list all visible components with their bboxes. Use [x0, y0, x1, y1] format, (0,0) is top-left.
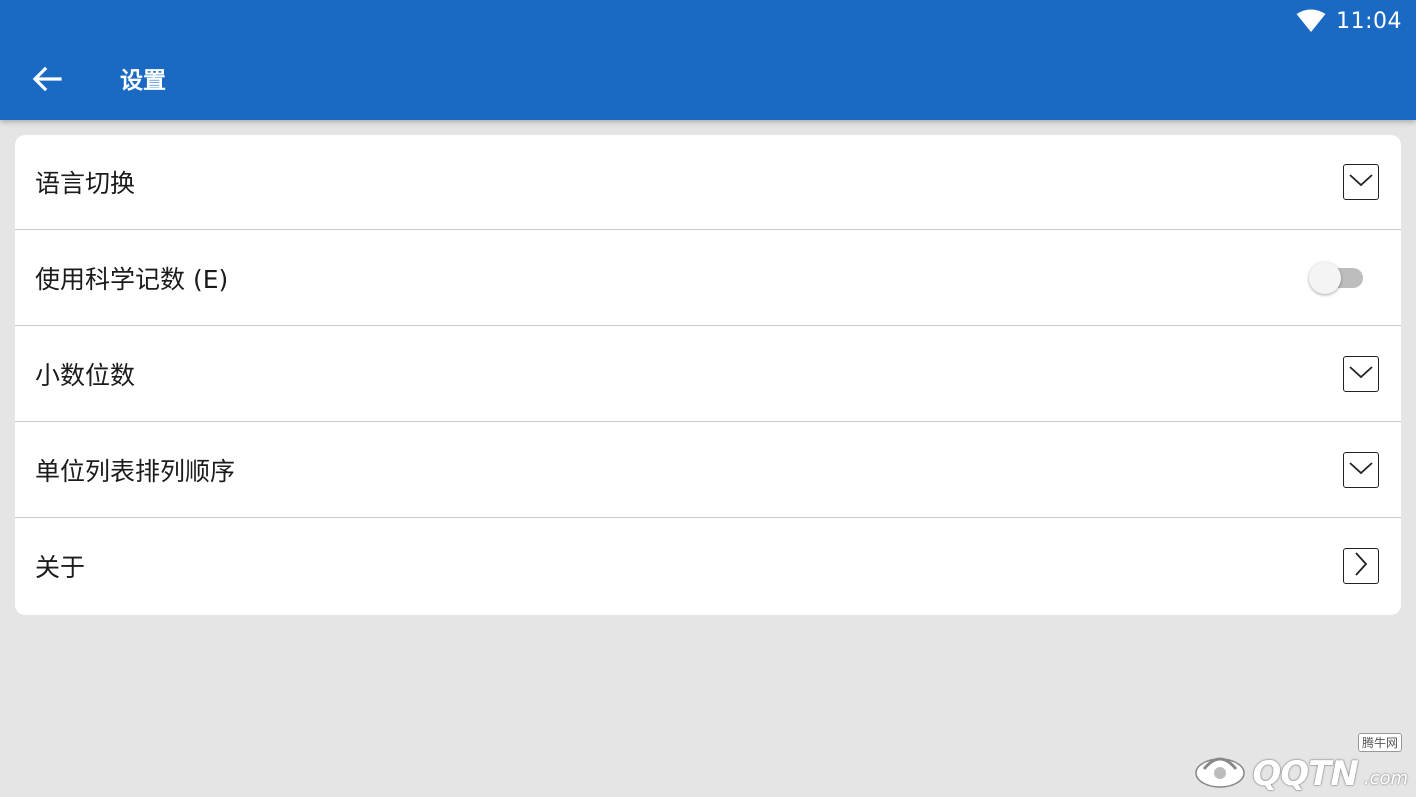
unit-order-dropdown-button[interactable]	[1343, 451, 1379, 488]
settings-card: 语言切换 使用科学记数 (E) 小数位数 单位列表排列顺序 关于	[15, 135, 1401, 615]
chevron-down-icon	[1348, 172, 1374, 192]
watermark-tag: 腾牛网	[1357, 733, 1402, 752]
wifi-icon	[1296, 9, 1326, 33]
watermark-brand: QQTN	[1252, 754, 1358, 794]
settings-row-unit-order[interactable]: 单位列表排列顺序	[15, 422, 1401, 518]
settings-row-decimals[interactable]: 小数位数	[15, 326, 1401, 422]
status-bar: 11:04	[1296, 6, 1402, 36]
scientific-toggle[interactable]	[1309, 259, 1365, 297]
language-label: 语言切换	[35, 169, 136, 198]
decimals-label: 小数位数	[35, 360, 136, 390]
chevron-down-icon	[1348, 364, 1374, 384]
about-open-button[interactable]	[1343, 548, 1379, 584]
decimals-dropdown-button[interactable]	[1343, 355, 1379, 392]
app-bar: 11:04 设置	[0, 0, 1416, 120]
page-title: 设置	[120, 68, 166, 94]
settings-row-about[interactable]: 关于	[15, 518, 1401, 614]
settings-row-language[interactable]: 语言切换	[15, 135, 1401, 230]
chevron-right-icon	[1353, 551, 1369, 581]
toggle-knob	[1309, 261, 1341, 294]
arrow-left-icon	[32, 66, 62, 96]
back-button[interactable]	[26, 62, 68, 100]
settings-row-scientific[interactable]: 使用科学记数 (E)	[15, 230, 1401, 326]
watermark: QQTN .com 腾牛网	[1194, 733, 1408, 794]
status-time: 11:04	[1336, 8, 1402, 34]
unit-order-label: 单位列表排列顺序	[35, 456, 236, 486]
language-dropdown-button[interactable]	[1343, 164, 1379, 200]
chevron-down-icon	[1348, 460, 1374, 480]
about-label: 关于	[35, 553, 86, 582]
watermark-suffix: .com	[1363, 768, 1408, 789]
scientific-label: 使用科学记数 (E)	[35, 264, 229, 294]
watermark-logo-icon	[1194, 747, 1246, 791]
